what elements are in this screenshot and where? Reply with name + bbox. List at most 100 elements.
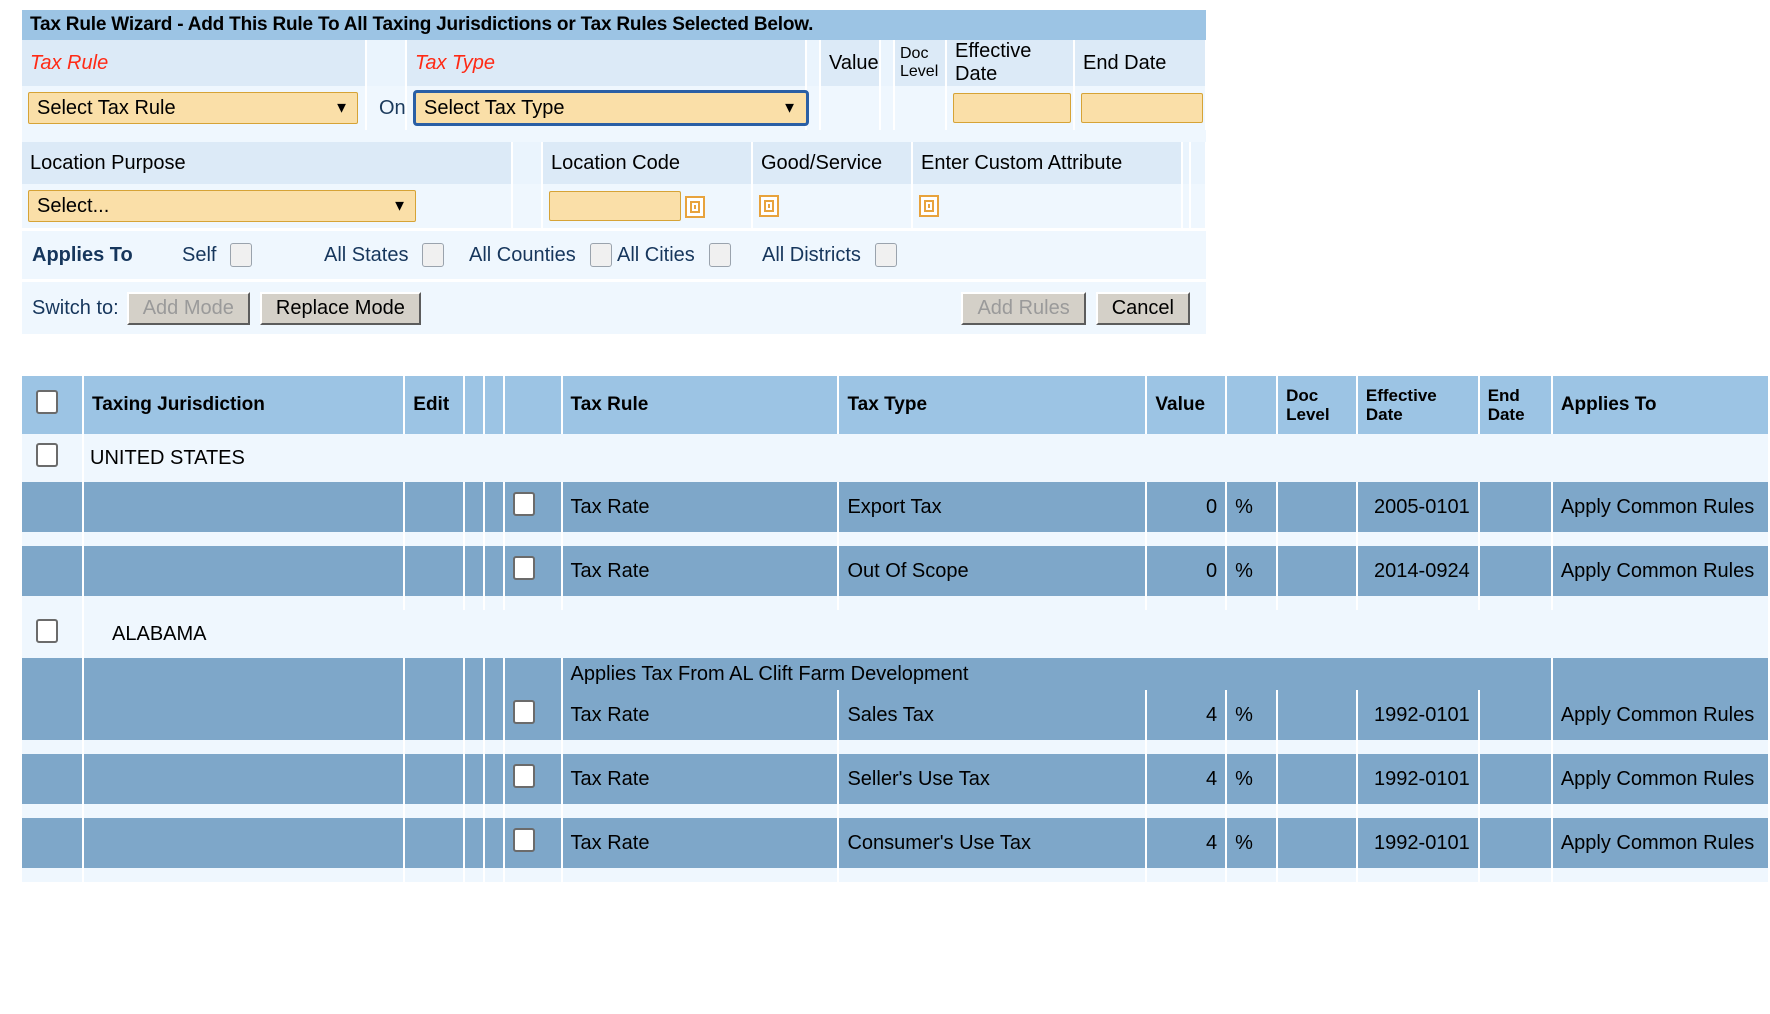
tax-type-select[interactable]: Select Tax Type xyxy=(413,90,809,126)
rule-row-select-cell[interactable] xyxy=(505,690,563,740)
grid-spacer-cell xyxy=(465,596,485,610)
jurisdiction-select-cell[interactable] xyxy=(22,434,84,482)
grid-select-all-checkbox[interactable] xyxy=(36,390,58,414)
jurisdiction-checkbox[interactable] xyxy=(36,443,58,467)
rule-row-tax-type: Sales Tax xyxy=(839,690,1147,740)
note-blank-2 xyxy=(405,658,465,690)
rule-row-jurisdiction-cell xyxy=(84,754,405,804)
applies-to-all-cities[interactable]: All Cities xyxy=(617,243,762,267)
applies-to-all-counties-checkbox[interactable] xyxy=(590,243,612,267)
rule-row-checkbox[interactable] xyxy=(513,828,535,852)
rule-row-unit: % xyxy=(1227,818,1278,868)
grid-spacer-cell xyxy=(405,532,465,546)
rule-row-applies-to: Apply Common Rules xyxy=(1553,818,1770,868)
grid-spacer-cell xyxy=(1227,740,1278,754)
rule-row-select-cell[interactable] xyxy=(505,754,563,804)
rule-row-select-cell[interactable] xyxy=(505,818,563,868)
grid-header-value[interactable]: Value xyxy=(1147,376,1227,434)
grid-header-end-date[interactable]: End Date xyxy=(1480,376,1553,434)
add-rules-button[interactable]: Add Rules xyxy=(961,292,1085,325)
value-spacer-b xyxy=(880,86,894,130)
grid-spacer-cell xyxy=(839,868,1147,882)
rule-row-value: 4 xyxy=(1147,818,1227,868)
applies-to-all-states-checkbox[interactable] xyxy=(422,243,444,267)
applies-to-all-cities-checkbox[interactable] xyxy=(709,243,731,267)
jurisdiction-select-cell[interactable] xyxy=(22,610,84,658)
rule-row-tax-type: Out Of Scope xyxy=(839,546,1147,596)
custom-attribute-lookup-icon[interactable] xyxy=(919,195,939,217)
jurisdiction-name: UNITED STATES xyxy=(84,434,1770,482)
rule-row-value: 4 xyxy=(1147,754,1227,804)
tax-rule-row[interactable]: Tax RateSeller's Use Tax4%1992-0101Apply… xyxy=(22,754,1770,804)
tax-rule-row[interactable]: Tax RateOut Of Scope0%2014-0924Apply Com… xyxy=(22,546,1770,596)
grid-spacer-cell xyxy=(22,532,84,546)
tax-rule-row[interactable]: Tax RateConsumer's Use Tax4%1992-0101App… xyxy=(22,818,1770,868)
applies-to-all-districts-label: All Districts xyxy=(762,244,861,267)
grid-header-taxing-jurisdiction[interactable]: Taxing Jurisdiction xyxy=(84,376,405,434)
location-purpose-select[interactable]: Select... xyxy=(28,190,416,222)
wizard-title: Tax Rule Wizard - Add This Rule To All T… xyxy=(22,10,1206,40)
grid-header-effective-date[interactable]: Effective Date xyxy=(1358,376,1480,434)
rule-row-checkbox[interactable] xyxy=(513,700,535,724)
grid-spacer-cell xyxy=(485,740,505,754)
location-code-lookup-icon[interactable] xyxy=(685,196,705,218)
rule-row-checkbox[interactable] xyxy=(513,556,535,580)
grid-spacer-cell xyxy=(1480,596,1553,610)
grid-spacer-cell xyxy=(563,532,840,546)
grid-header-blank-1 xyxy=(465,376,485,434)
label-location-code: Location Code xyxy=(542,142,752,184)
grid-select-all-header[interactable] xyxy=(22,376,84,434)
grid-spacer-cell xyxy=(1358,868,1480,882)
cancel-button[interactable]: Cancel xyxy=(1096,292,1190,325)
rule-row-select-cell[interactable] xyxy=(505,546,563,596)
jurisdiction-row[interactable]: UNITED STATES xyxy=(22,434,1770,482)
rule-row-applies-to: Apply Common Rules xyxy=(1553,690,1770,740)
effective-date-input[interactable] xyxy=(953,93,1071,123)
good-service-lookup-icon[interactable] xyxy=(759,195,779,217)
label-spacer-a xyxy=(806,40,820,86)
tax-rule-row[interactable]: Tax RateExport Tax0%2005-0101Apply Commo… xyxy=(22,482,1770,532)
grid-spacer-cell xyxy=(465,532,485,546)
tax-rule-select[interactable]: Select Tax Rule xyxy=(28,92,358,124)
grid-spacer-cell xyxy=(505,532,563,546)
grid-spacer-cell xyxy=(563,596,840,610)
jurisdiction-row[interactable]: ALABAMA xyxy=(22,610,1770,658)
rule-row-effective-date: 2005-0101 xyxy=(1358,482,1480,532)
applies-to-self[interactable]: Self xyxy=(182,243,324,267)
applies-to-self-checkbox[interactable] xyxy=(230,243,252,267)
rule-row-doc-level xyxy=(1278,546,1358,596)
grid-spacer-cell xyxy=(1227,596,1278,610)
switch-to-label: Switch to: xyxy=(22,297,119,320)
location-code-input[interactable] xyxy=(549,191,681,221)
grid-spacer-cell xyxy=(839,740,1147,754)
applies-to-all-states[interactable]: All States xyxy=(324,243,469,267)
replace-mode-button[interactable]: Replace Mode xyxy=(260,292,421,325)
grid-spacer-cell xyxy=(505,596,563,610)
rule-row-checkbox[interactable] xyxy=(513,492,535,516)
grid-header-tax-type[interactable]: Tax Type xyxy=(839,376,1147,434)
add-mode-button[interactable]: Add Mode xyxy=(127,292,250,325)
grid-header-edit[interactable]: Edit xyxy=(405,376,465,434)
grid-spacer-cell xyxy=(405,804,465,818)
rule-row-end-date xyxy=(1480,546,1553,596)
rule-row-edit-cell xyxy=(405,690,465,740)
grid-spacer-cell xyxy=(22,804,84,818)
tax-rule-row[interactable]: Tax RateSales Tax4%1992-0101Apply Common… xyxy=(22,690,1770,740)
applies-to-all-districts[interactable]: All Districts xyxy=(762,243,897,267)
location-purpose-select-wrap: Select... ▼ xyxy=(28,190,416,222)
grid-header-tax-rule[interactable]: Tax Rule xyxy=(563,376,840,434)
jurisdiction-checkbox[interactable] xyxy=(36,619,58,643)
grid-header-applies-to[interactable]: Applies To xyxy=(1553,376,1770,434)
grid-spacer-cell xyxy=(405,596,465,610)
grid-spacer-cell xyxy=(485,532,505,546)
loc-field-spacer-c xyxy=(1190,184,1206,228)
applies-to-all-counties[interactable]: All Counties xyxy=(469,243,617,267)
applies-to-all-districts-checkbox[interactable] xyxy=(875,243,897,267)
note-blank-3 xyxy=(465,658,485,690)
rule-row-select-cell[interactable] xyxy=(505,482,563,532)
grid-header-doc-level[interactable]: Doc Level xyxy=(1278,376,1358,434)
end-date-input[interactable] xyxy=(1081,93,1203,123)
grid-spacer-cell xyxy=(84,532,405,546)
rule-row-checkbox[interactable] xyxy=(513,764,535,788)
rule-row-edit-cell xyxy=(405,482,465,532)
